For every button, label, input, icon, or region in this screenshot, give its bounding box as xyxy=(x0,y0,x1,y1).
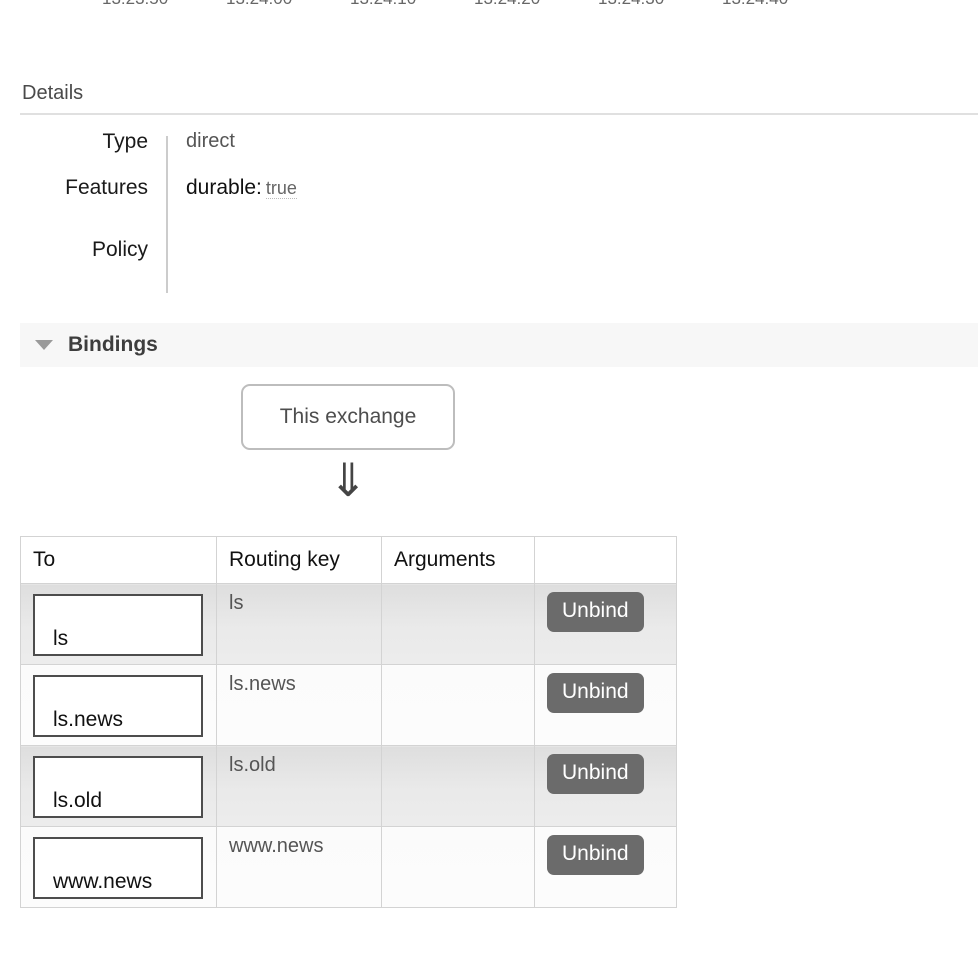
table-row: www.news www.news Unbind xyxy=(20,826,677,908)
column-header-routing-key[interactable]: Routing key xyxy=(216,536,382,584)
flow-down-arrow-icon: ⇓ xyxy=(328,453,368,507)
queue-link[interactable]: www.news xyxy=(33,837,203,899)
unbind-button[interactable]: Unbind xyxy=(547,673,644,713)
table-header-row: To Routing key Arguments xyxy=(20,536,677,584)
column-header-actions xyxy=(534,536,677,584)
detail-row-features: Features durable: true xyxy=(0,176,600,222)
triangle-down-icon[interactable] xyxy=(35,340,53,350)
queue-link[interactable]: ls xyxy=(33,594,203,656)
cell-arguments xyxy=(381,583,535,665)
cell-actions: Unbind xyxy=(534,826,677,908)
cell-arguments xyxy=(381,664,535,746)
detail-label-type: Type xyxy=(102,130,148,153)
axis-tick-label: 13:24:20 xyxy=(474,0,540,9)
cell-routing-key: www.news xyxy=(216,826,382,908)
detail-label-features: Features xyxy=(65,176,148,199)
axis-tick-label: 13:24:00 xyxy=(226,0,292,9)
cell-routing-key: ls.old xyxy=(216,745,382,827)
cell-to: ls.news xyxy=(20,664,217,746)
this-exchange-label: This exchange xyxy=(279,405,417,428)
details-grid: Type direct Features durable: true Policy xyxy=(0,130,600,268)
chart-axis-strip: 13:23:50 13:24:00 13:24:10 13:24:20 13:2… xyxy=(0,0,978,14)
cell-actions: Unbind xyxy=(534,745,677,827)
cell-actions: Unbind xyxy=(534,664,677,746)
cell-actions: Unbind xyxy=(534,583,677,665)
bindings-section-title: Bindings xyxy=(68,333,158,356)
queue-link[interactable]: ls.old xyxy=(33,756,203,818)
bindings-table: To Routing key Arguments ls ls Unbind ls… xyxy=(20,536,677,908)
cell-to: ls.old xyxy=(20,745,217,827)
column-header-arguments[interactable]: Arguments xyxy=(381,536,535,584)
unbind-button[interactable]: Unbind xyxy=(547,754,644,794)
axis-tick-label: 13:24:40 xyxy=(722,0,788,9)
axis-tick-label: 13:23:50 xyxy=(102,0,168,9)
details-heading: Details xyxy=(22,82,84,104)
bindings-section-header[interactable]: Bindings xyxy=(20,323,978,367)
cell-to: www.news xyxy=(20,826,217,908)
detail-label-policy: Policy xyxy=(91,238,148,261)
unbind-button[interactable]: Unbind xyxy=(547,835,644,875)
detail-row-policy: Policy xyxy=(0,222,600,268)
feature-value-durable: true xyxy=(265,178,297,199)
feature-key-durable: durable: xyxy=(186,176,262,199)
axis-tick-label: 13:24:30 xyxy=(598,0,664,9)
details-divider-rule xyxy=(20,113,978,115)
table-row: ls ls Unbind xyxy=(20,583,677,665)
cell-arguments xyxy=(381,745,535,827)
cell-routing-key: ls xyxy=(216,583,382,665)
cell-to: ls xyxy=(20,583,217,665)
detail-value-features: durable: true xyxy=(186,176,297,200)
detail-value-type: direct xyxy=(186,130,235,152)
chart-axis-ticks: 13:23:50 13:24:00 13:24:10 13:24:20 13:2… xyxy=(0,0,978,13)
cell-arguments xyxy=(381,826,535,908)
cell-routing-key: ls.news xyxy=(216,664,382,746)
detail-row-type: Type direct xyxy=(0,130,600,176)
axis-tick-label: 13:24:10 xyxy=(350,0,416,9)
this-exchange-node: This exchange xyxy=(241,384,455,450)
column-header-to[interactable]: To xyxy=(20,536,217,584)
unbind-button[interactable]: Unbind xyxy=(547,592,644,632)
table-row: ls.old ls.old Unbind xyxy=(20,745,677,827)
queue-link[interactable]: ls.news xyxy=(33,675,203,737)
table-row: ls.news ls.news Unbind xyxy=(20,664,677,746)
